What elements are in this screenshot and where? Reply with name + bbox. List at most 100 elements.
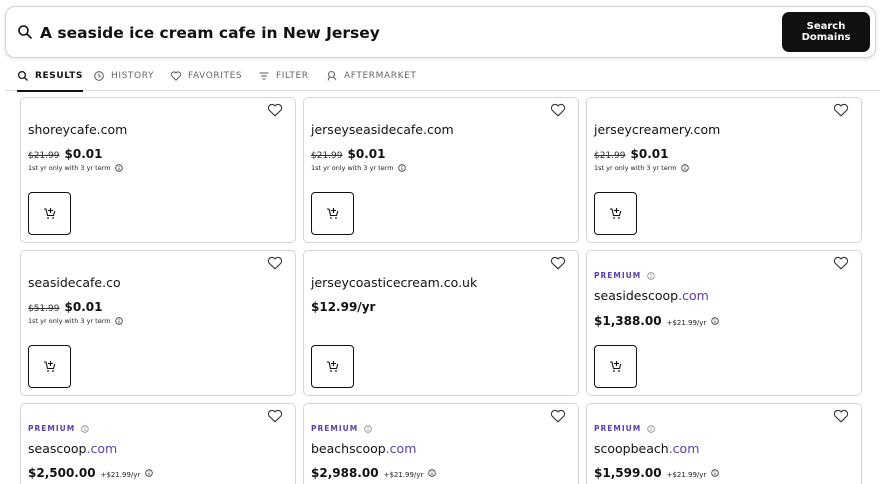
tab-favorites[interactable]: FAVORITES bbox=[170, 60, 242, 91]
price: $12.99/yr bbox=[311, 300, 376, 314]
price: $1,599.00 bbox=[594, 466, 662, 480]
price: $2,500.00 bbox=[28, 466, 96, 480]
tab-history[interactable]: HISTORY bbox=[93, 60, 154, 91]
domain-name[interactable]: seasidescoop.com bbox=[594, 288, 709, 303]
add-to-cart-button[interactable] bbox=[594, 192, 637, 235]
info-icon[interactable] bbox=[428, 469, 437, 477]
favorite-heart-icon[interactable] bbox=[550, 256, 566, 270]
info-icon[interactable] bbox=[680, 164, 689, 172]
premium-label: PREMIUM bbox=[28, 424, 76, 433]
favorite-heart-icon[interactable] bbox=[267, 256, 283, 270]
term-note: 1st yr only with 3 yr term bbox=[311, 164, 406, 172]
add-to-cart-icon bbox=[44, 208, 56, 219]
info-icon[interactable] bbox=[145, 469, 154, 477]
premium-badge: PREMIUM bbox=[311, 424, 372, 433]
sale-price: $0.01 bbox=[347, 147, 386, 161]
info-icon[interactable] bbox=[647, 271, 655, 280]
add-to-cart-icon bbox=[610, 208, 622, 219]
history-icon bbox=[94, 70, 104, 81]
favorite-heart-icon[interactable] bbox=[550, 409, 566, 423]
domain-card: PREMIUM seascoop.com $2,500.00 +$21.99/y… bbox=[20, 403, 296, 484]
price-row: $21.99 $0.01 bbox=[594, 147, 668, 161]
add-to-cart-button[interactable] bbox=[28, 192, 71, 235]
domain-card: jerseycoasticecream.co.uk $12.99/yr bbox=[303, 250, 579, 396]
price: $2,988.00 bbox=[311, 466, 379, 480]
domain-name[interactable]: jerseyseasidecafe.com bbox=[311, 122, 454, 137]
renewal-price: +$21.99/yr bbox=[666, 319, 707, 327]
tab-results[interactable]: RESULTS bbox=[17, 60, 83, 92]
price: $1,388.00 bbox=[594, 314, 662, 328]
add-to-cart-icon bbox=[44, 361, 56, 372]
premium-badge: PREMIUM bbox=[594, 424, 655, 433]
price-row: $12.99/yr bbox=[311, 300, 375, 314]
domain-name[interactable]: shoreycafe.com bbox=[28, 122, 127, 137]
price-row: $21.99 $0.01 bbox=[311, 147, 385, 161]
term-note: 1st yr only with 3 yr term bbox=[28, 317, 123, 325]
price-row: $1,599.00 +$21.99/yr bbox=[594, 466, 720, 480]
tab-label: FILTER bbox=[276, 70, 309, 81]
info-icon[interactable] bbox=[364, 424, 372, 433]
add-to-cart-button[interactable] bbox=[311, 192, 354, 235]
price-row: $2,988.00 +$21.99/yr bbox=[311, 466, 437, 480]
search-icon bbox=[18, 25, 32, 39]
tab-filter[interactable]: FILTER bbox=[258, 60, 309, 91]
original-price: $21.99 bbox=[28, 151, 60, 161]
domain-name[interactable]: scoopbeach.com bbox=[594, 441, 699, 456]
sale-price: $0.01 bbox=[64, 147, 103, 161]
tab-bar: RESULTS HISTORY FAVORITES FILTER AFTERMA… bbox=[5, 60, 880, 92]
add-to-cart-icon bbox=[610, 361, 622, 372]
premium-label: PREMIUM bbox=[594, 424, 642, 433]
favorite-heart-icon[interactable] bbox=[267, 103, 283, 117]
domain-card: seasidecafe.co $51.99 $0.01 1st yr only … bbox=[20, 250, 296, 396]
info-icon[interactable] bbox=[114, 317, 123, 325]
domain-name[interactable]: seascoop.com bbox=[28, 441, 117, 456]
info-icon[interactable] bbox=[647, 424, 655, 433]
search-domains-button[interactable]: Search Domains bbox=[782, 12, 870, 52]
favorite-heart-icon[interactable] bbox=[550, 103, 566, 117]
info-icon[interactable] bbox=[711, 469, 720, 477]
sale-price: $0.01 bbox=[630, 147, 669, 161]
add-to-cart-button[interactable] bbox=[311, 345, 354, 388]
info-icon[interactable] bbox=[711, 317, 720, 325]
search-icon bbox=[17, 70, 28, 81]
price-row: $51.99 $0.01 bbox=[28, 300, 102, 314]
filter-icon bbox=[259, 71, 269, 80]
domain-card: PREMIUM seasidescoop.com $1,388.00 +$21.… bbox=[586, 250, 862, 396]
tab-label: RESULTS bbox=[35, 70, 83, 81]
domain-name[interactable]: seasidecafe.co bbox=[28, 275, 121, 290]
original-price: $21.99 bbox=[311, 151, 343, 161]
term-note: 1st yr only with 3 yr term bbox=[28, 164, 123, 172]
renewal-price: +$21.99/yr bbox=[383, 471, 424, 479]
info-icon[interactable] bbox=[397, 164, 406, 172]
premium-badge: PREMIUM bbox=[28, 424, 89, 433]
price-row: $2,500.00 +$21.99/yr bbox=[28, 466, 154, 480]
domain-card: shoreycafe.com $21.99 $0.01 1st yr only … bbox=[20, 97, 296, 243]
premium-badge: PREMIUM bbox=[594, 271, 655, 280]
premium-label: PREMIUM bbox=[311, 424, 359, 433]
domain-name[interactable]: jerseycoasticecream.co.uk bbox=[311, 275, 477, 290]
premium-label: PREMIUM bbox=[594, 271, 642, 280]
domain-name[interactable]: jerseycreamery.com bbox=[594, 122, 720, 137]
domain-card: PREMIUM scoopbeach.com $1,599.00 +$21.99… bbox=[586, 403, 862, 484]
original-price: $21.99 bbox=[594, 151, 626, 161]
tab-label: AFTERMARKET bbox=[344, 70, 417, 81]
domain-card: jerseycreamery.com $21.99 $0.01 1st yr o… bbox=[586, 97, 862, 243]
tab-label: HISTORY bbox=[111, 70, 155, 81]
domain-card: PREMIUM beachscoop.com $2,988.00 +$21.99… bbox=[303, 403, 579, 484]
favorite-heart-icon[interactable] bbox=[833, 103, 849, 117]
add-to-cart-icon bbox=[327, 208, 339, 219]
search-bar: Search Domains bbox=[5, 6, 876, 58]
favorite-heart-icon[interactable] bbox=[267, 409, 283, 423]
favorite-heart-icon[interactable] bbox=[833, 256, 849, 270]
renewal-price: +$21.99/yr bbox=[100, 471, 141, 479]
favorite-heart-icon[interactable] bbox=[833, 409, 849, 423]
search-input[interactable] bbox=[40, 21, 740, 45]
add-to-cart-button[interactable] bbox=[28, 345, 71, 388]
renewal-price: +$21.99/yr bbox=[666, 471, 707, 479]
info-icon[interactable] bbox=[81, 424, 89, 433]
info-icon[interactable] bbox=[114, 164, 123, 172]
domain-name[interactable]: beachscoop.com bbox=[311, 441, 416, 456]
sale-price: $0.01 bbox=[64, 300, 103, 314]
add-to-cart-button[interactable] bbox=[594, 345, 637, 388]
tab-aftermarket[interactable]: AFTERMARKET bbox=[326, 60, 416, 91]
